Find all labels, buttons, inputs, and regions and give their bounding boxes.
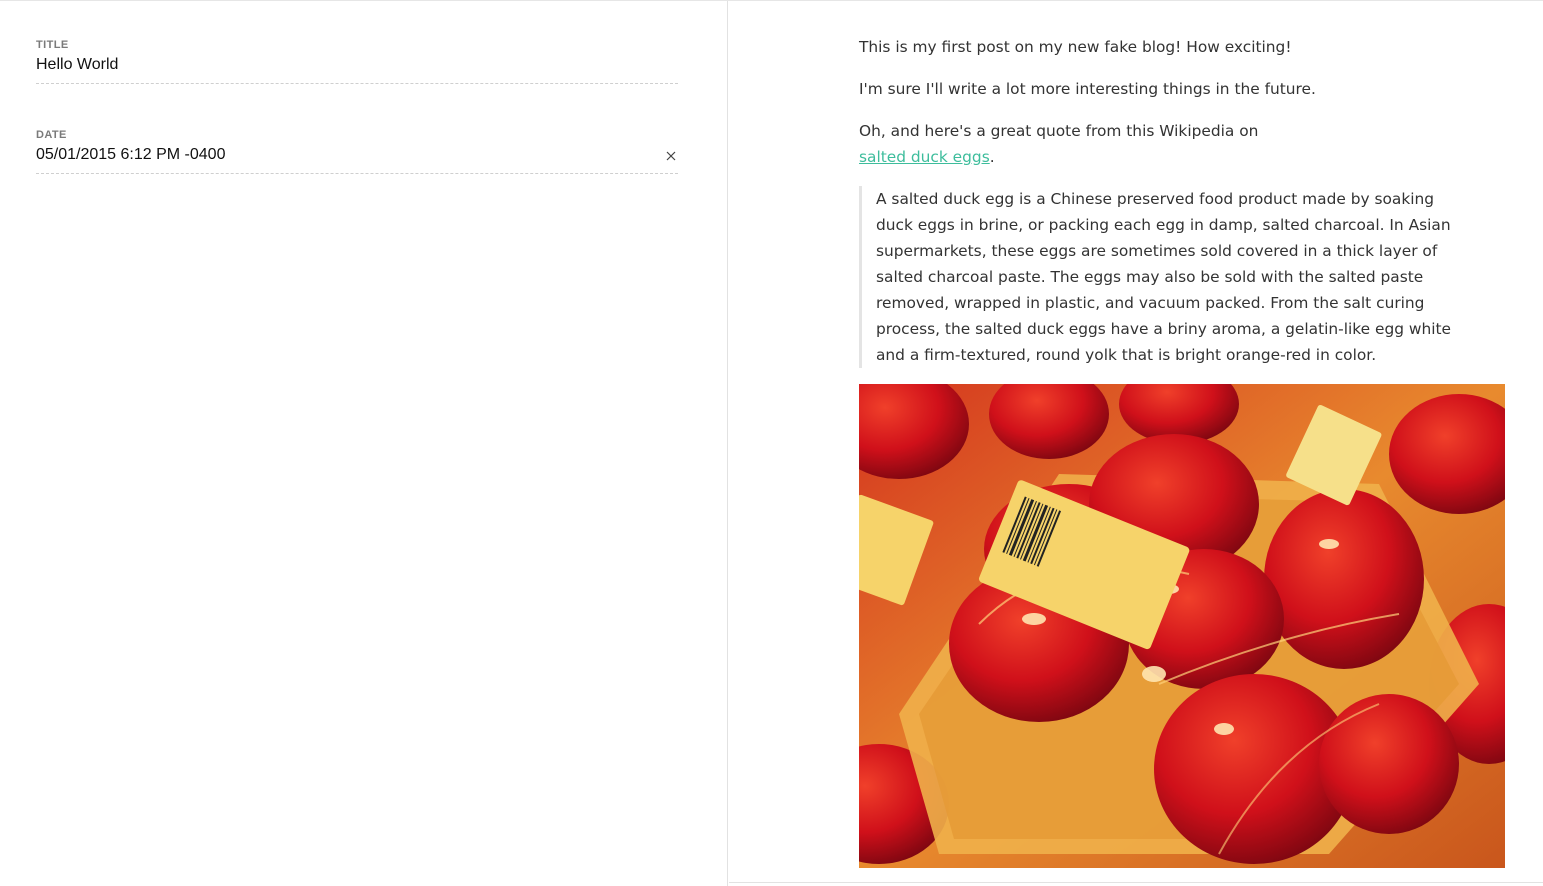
date-input[interactable]: 05/01/2015 6:12 PM -0400 <box>36 146 678 164</box>
post-paragraph: This is my first post on my new fake blo… <box>859 38 1292 56</box>
post-image <box>859 384 1505 868</box>
title-input[interactable]: Hello World <box>36 56 678 74</box>
quote-intro: Oh, and here's a great quote from this W… <box>859 122 1259 140</box>
post-paragraph: Oh, and here's a great quote from this W… <box>859 118 1505 170</box>
preview-bottom-divider <box>729 882 1543 883</box>
close-icon[interactable] <box>664 149 678 163</box>
post-body: This is my first post on my new fake blo… <box>859 34 1505 868</box>
post-paragraph: I'm sure I'll write a lot more interesti… <box>859 80 1316 98</box>
date-field-label: Date <box>36 129 67 141</box>
link-suffix: . <box>989 148 995 166</box>
date-field[interactable]: Date 05/01/2015 6:12 PM -0400 <box>36 127 678 174</box>
title-field[interactable]: Title Hello World <box>36 37 678 84</box>
title-field-label: Title <box>36 39 69 51</box>
preview-pane: This is my first post on my new fake blo… <box>729 1 1543 886</box>
salted-duck-eggs-link[interactable]: salted duck eggs <box>859 148 990 166</box>
editor-pane: Title Hello World Date 05/01/2015 6:12 P… <box>0 1 728 886</box>
blockquote: A salted duck egg is a Chinese preserved… <box>859 186 1466 368</box>
